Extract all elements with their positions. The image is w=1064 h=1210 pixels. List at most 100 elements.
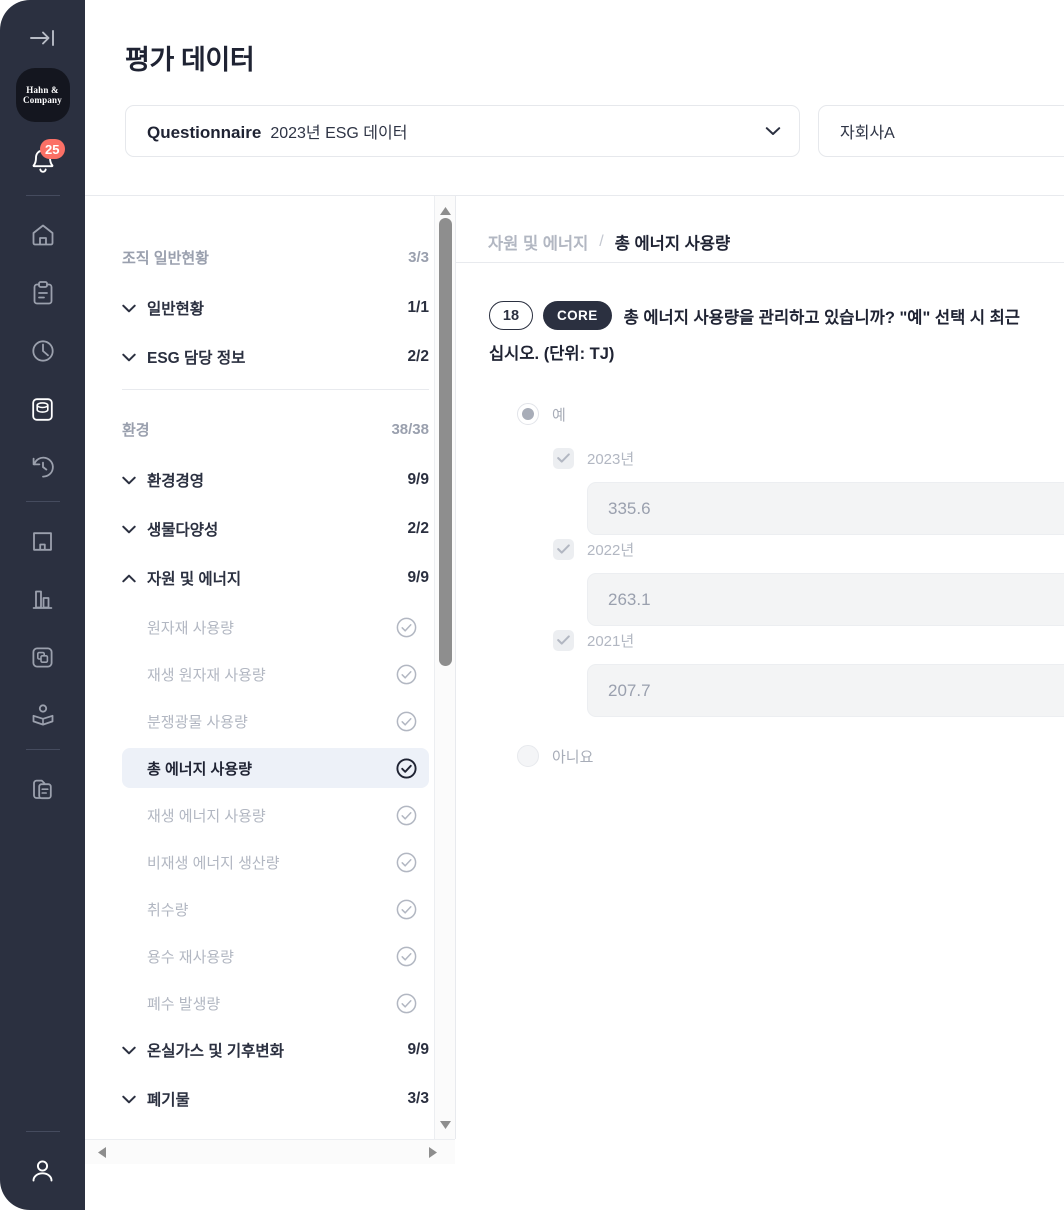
year-checkbox-row[interactable]: 2023년 xyxy=(553,444,1064,472)
tree-item-label: 원자재 사용량 xyxy=(147,619,234,637)
answer-option-no[interactable]: 아니요 xyxy=(517,739,1064,773)
tree-item[interactable]: 비재생 에너지 생산량 xyxy=(122,842,429,882)
tree-category-left: 온실가스 및 기후변화 xyxy=(122,1039,284,1061)
year-checkbox-row[interactable]: 2021년 xyxy=(553,626,1064,654)
year-value-input-2021년[interactable]: 207.7 xyxy=(587,664,1064,717)
breadcrumb-separator: / xyxy=(599,233,604,250)
nav-assessments-button[interactable] xyxy=(20,270,66,316)
nav-revision-history-button[interactable] xyxy=(20,444,66,490)
tree-item[interactable]: 재생 에너지 사용량 xyxy=(122,795,429,835)
notifications-button[interactable]: 25 xyxy=(20,138,66,184)
tree-category-left: 자원 및 에너지 xyxy=(122,567,241,589)
nav-templates-button[interactable] xyxy=(20,634,66,680)
chevron-down-icon xyxy=(122,353,136,361)
tree-category-label: 환경경영 xyxy=(147,473,205,490)
scroll-down-button[interactable] xyxy=(435,1114,456,1135)
tree-category-폐기물[interactable]: 폐기물 3/3 xyxy=(122,1079,429,1119)
tree-category-count: 9/9 xyxy=(407,1041,429,1058)
tree-category-label: ESG 담당 정보 xyxy=(147,350,246,367)
tree-category-count: 9/9 xyxy=(407,569,429,586)
triangle-right-icon xyxy=(428,1146,437,1158)
questionnaire-select[interactable]: Questionnaire 2023년 ESG 데이터 xyxy=(125,105,800,157)
tree-category-left: ESG 담당 정보 xyxy=(122,346,245,368)
collapse-sidebar-button[interactable] xyxy=(23,22,63,54)
breadcrumb: 자원 및 에너지 / 총 에너지 사용량 xyxy=(456,196,1064,262)
chevron-down-icon xyxy=(765,127,781,135)
check-icon xyxy=(557,544,570,554)
year-checkbox-label: 2021년 xyxy=(587,632,635,650)
tree-category-일반현황[interactable]: 일반현황 1/1 xyxy=(122,288,429,328)
nav-documents-button[interactable] xyxy=(20,766,66,812)
chevron-down-icon xyxy=(122,304,136,312)
nav-history-clock-button[interactable] xyxy=(20,328,66,374)
tree-group-count: 3/3 xyxy=(408,248,429,266)
app-root: Hahn & Company 25 평가 데이터 Questionnaire 2… xyxy=(0,0,1064,1210)
tree-item[interactable]: 용수 재사용량 xyxy=(122,936,429,976)
open-book-icon xyxy=(32,704,53,726)
user-profile-button[interactable] xyxy=(20,1148,66,1194)
tree-category-자원 및 에너지[interactable]: 자원 및 에너지 9/9 xyxy=(122,558,429,598)
tree-vertical-scrollbar[interactable] xyxy=(434,196,455,1139)
tree-item[interactable]: 분쟁광물 사용량 xyxy=(122,701,429,741)
history-icon xyxy=(32,456,54,478)
check-circle-icon xyxy=(396,664,417,684)
tree-category-온실가스 및 기후변화[interactable]: 온실가스 및 기후변화 9/9 xyxy=(122,1030,429,1070)
tree-item-label: 취수량 xyxy=(147,901,189,919)
year-checkbox-row[interactable]: 2022년 xyxy=(553,535,1064,563)
tree-item[interactable]: 재생 원자재 사용량 xyxy=(122,654,429,694)
tree-category-환경경영[interactable]: 환경경영 9/9 xyxy=(122,460,429,500)
home-icon xyxy=(32,224,53,246)
check-circle-icon xyxy=(396,617,417,637)
nav-learning-button[interactable] xyxy=(20,692,66,738)
year-checkbox-2022년[interactable] xyxy=(553,538,574,560)
logo-text: Hahn & Company xyxy=(23,85,62,105)
question-text-line-1: 총 에너지 사용량을 관리하고 있습니까? "예" 선택 시 최근 xyxy=(623,309,1020,327)
database-icon xyxy=(32,397,53,421)
tree-category-ESG 담당 정보[interactable]: ESG 담당 정보 2/2 xyxy=(122,337,429,377)
breadcrumb-parent[interactable]: 자원 및 에너지 xyxy=(488,230,588,254)
year-value-input-2022년[interactable]: 263.1 xyxy=(587,573,1064,626)
rail-divider-3 xyxy=(25,749,60,750)
year-value-input-2023년[interactable]: 335.6 xyxy=(587,482,1064,535)
question-detail-panel: 자원 및 에너지 / 총 에너지 사용량 18 CORE 총 에너지 사용량을 … xyxy=(456,196,1064,1210)
tree-item-label: 용수 재사용량 xyxy=(147,948,234,966)
question-text-line-2: 십시오. (단위: TJ) xyxy=(489,345,615,363)
triangle-down-icon xyxy=(440,1120,451,1129)
tree-item[interactable]: 취수량 xyxy=(122,889,429,929)
subsidiary-select[interactable]: 자회사A xyxy=(818,105,1064,157)
tree-category-label: 온실가스 및 기후변화 xyxy=(147,1043,284,1060)
tree-horizontal-scrollbar[interactable] xyxy=(85,1139,455,1164)
rail-divider-2 xyxy=(25,501,60,502)
tree-category-label: 일반현황 xyxy=(147,301,205,318)
questionnaire-select-label: Questionnaire xyxy=(147,123,262,142)
tree-item[interactable]: 총 에너지 사용량 xyxy=(122,748,429,788)
question-number-badge: 18 xyxy=(489,301,533,330)
tree-item[interactable]: 원자재 사용량 xyxy=(122,607,429,647)
nav-data-button[interactable] xyxy=(20,386,66,432)
scroll-left-button[interactable] xyxy=(89,1140,114,1164)
nav-reports-button[interactable] xyxy=(20,576,66,622)
nav-home-button[interactable] xyxy=(20,212,66,258)
year-checkbox-label: 2023년 xyxy=(587,450,635,468)
tree-item-label: 재생 에너지 사용량 xyxy=(147,807,266,825)
radio-no-icon xyxy=(517,745,539,767)
tree-category-count: 1/1 xyxy=(407,299,429,316)
check-circle-icon xyxy=(396,899,417,919)
scroll-right-button[interactable] xyxy=(420,1140,445,1164)
layers-box-icon xyxy=(32,647,53,668)
tree-group-header: 조직 일반현황 3/3 xyxy=(122,240,429,274)
subsidiary-select-value: 자회사A xyxy=(840,125,895,142)
check-circle-icon xyxy=(396,757,417,779)
year-checkbox-2021년[interactable] xyxy=(553,629,574,651)
tree-category-생물다양성[interactable]: 생물다양성 2/2 xyxy=(122,509,429,549)
answer-option-yes[interactable]: 예 xyxy=(517,397,1064,431)
year-checkbox-2023년[interactable] xyxy=(553,447,574,469)
tree-category-label: 자원 및 에너지 xyxy=(147,571,242,588)
company-logo[interactable]: Hahn & Company xyxy=(15,68,70,122)
tree-scrollbar-thumb[interactable] xyxy=(439,218,452,666)
nav-bookmarks-button[interactable] xyxy=(20,518,66,564)
year-values-group: 2023년 335.6 2022년 263.1 2021년 207.7 xyxy=(517,444,1064,717)
tree-category-count: 3/3 xyxy=(407,1090,429,1107)
clipboard-icon xyxy=(33,281,52,305)
tree-item[interactable]: 폐수 발생량 xyxy=(122,983,429,1023)
